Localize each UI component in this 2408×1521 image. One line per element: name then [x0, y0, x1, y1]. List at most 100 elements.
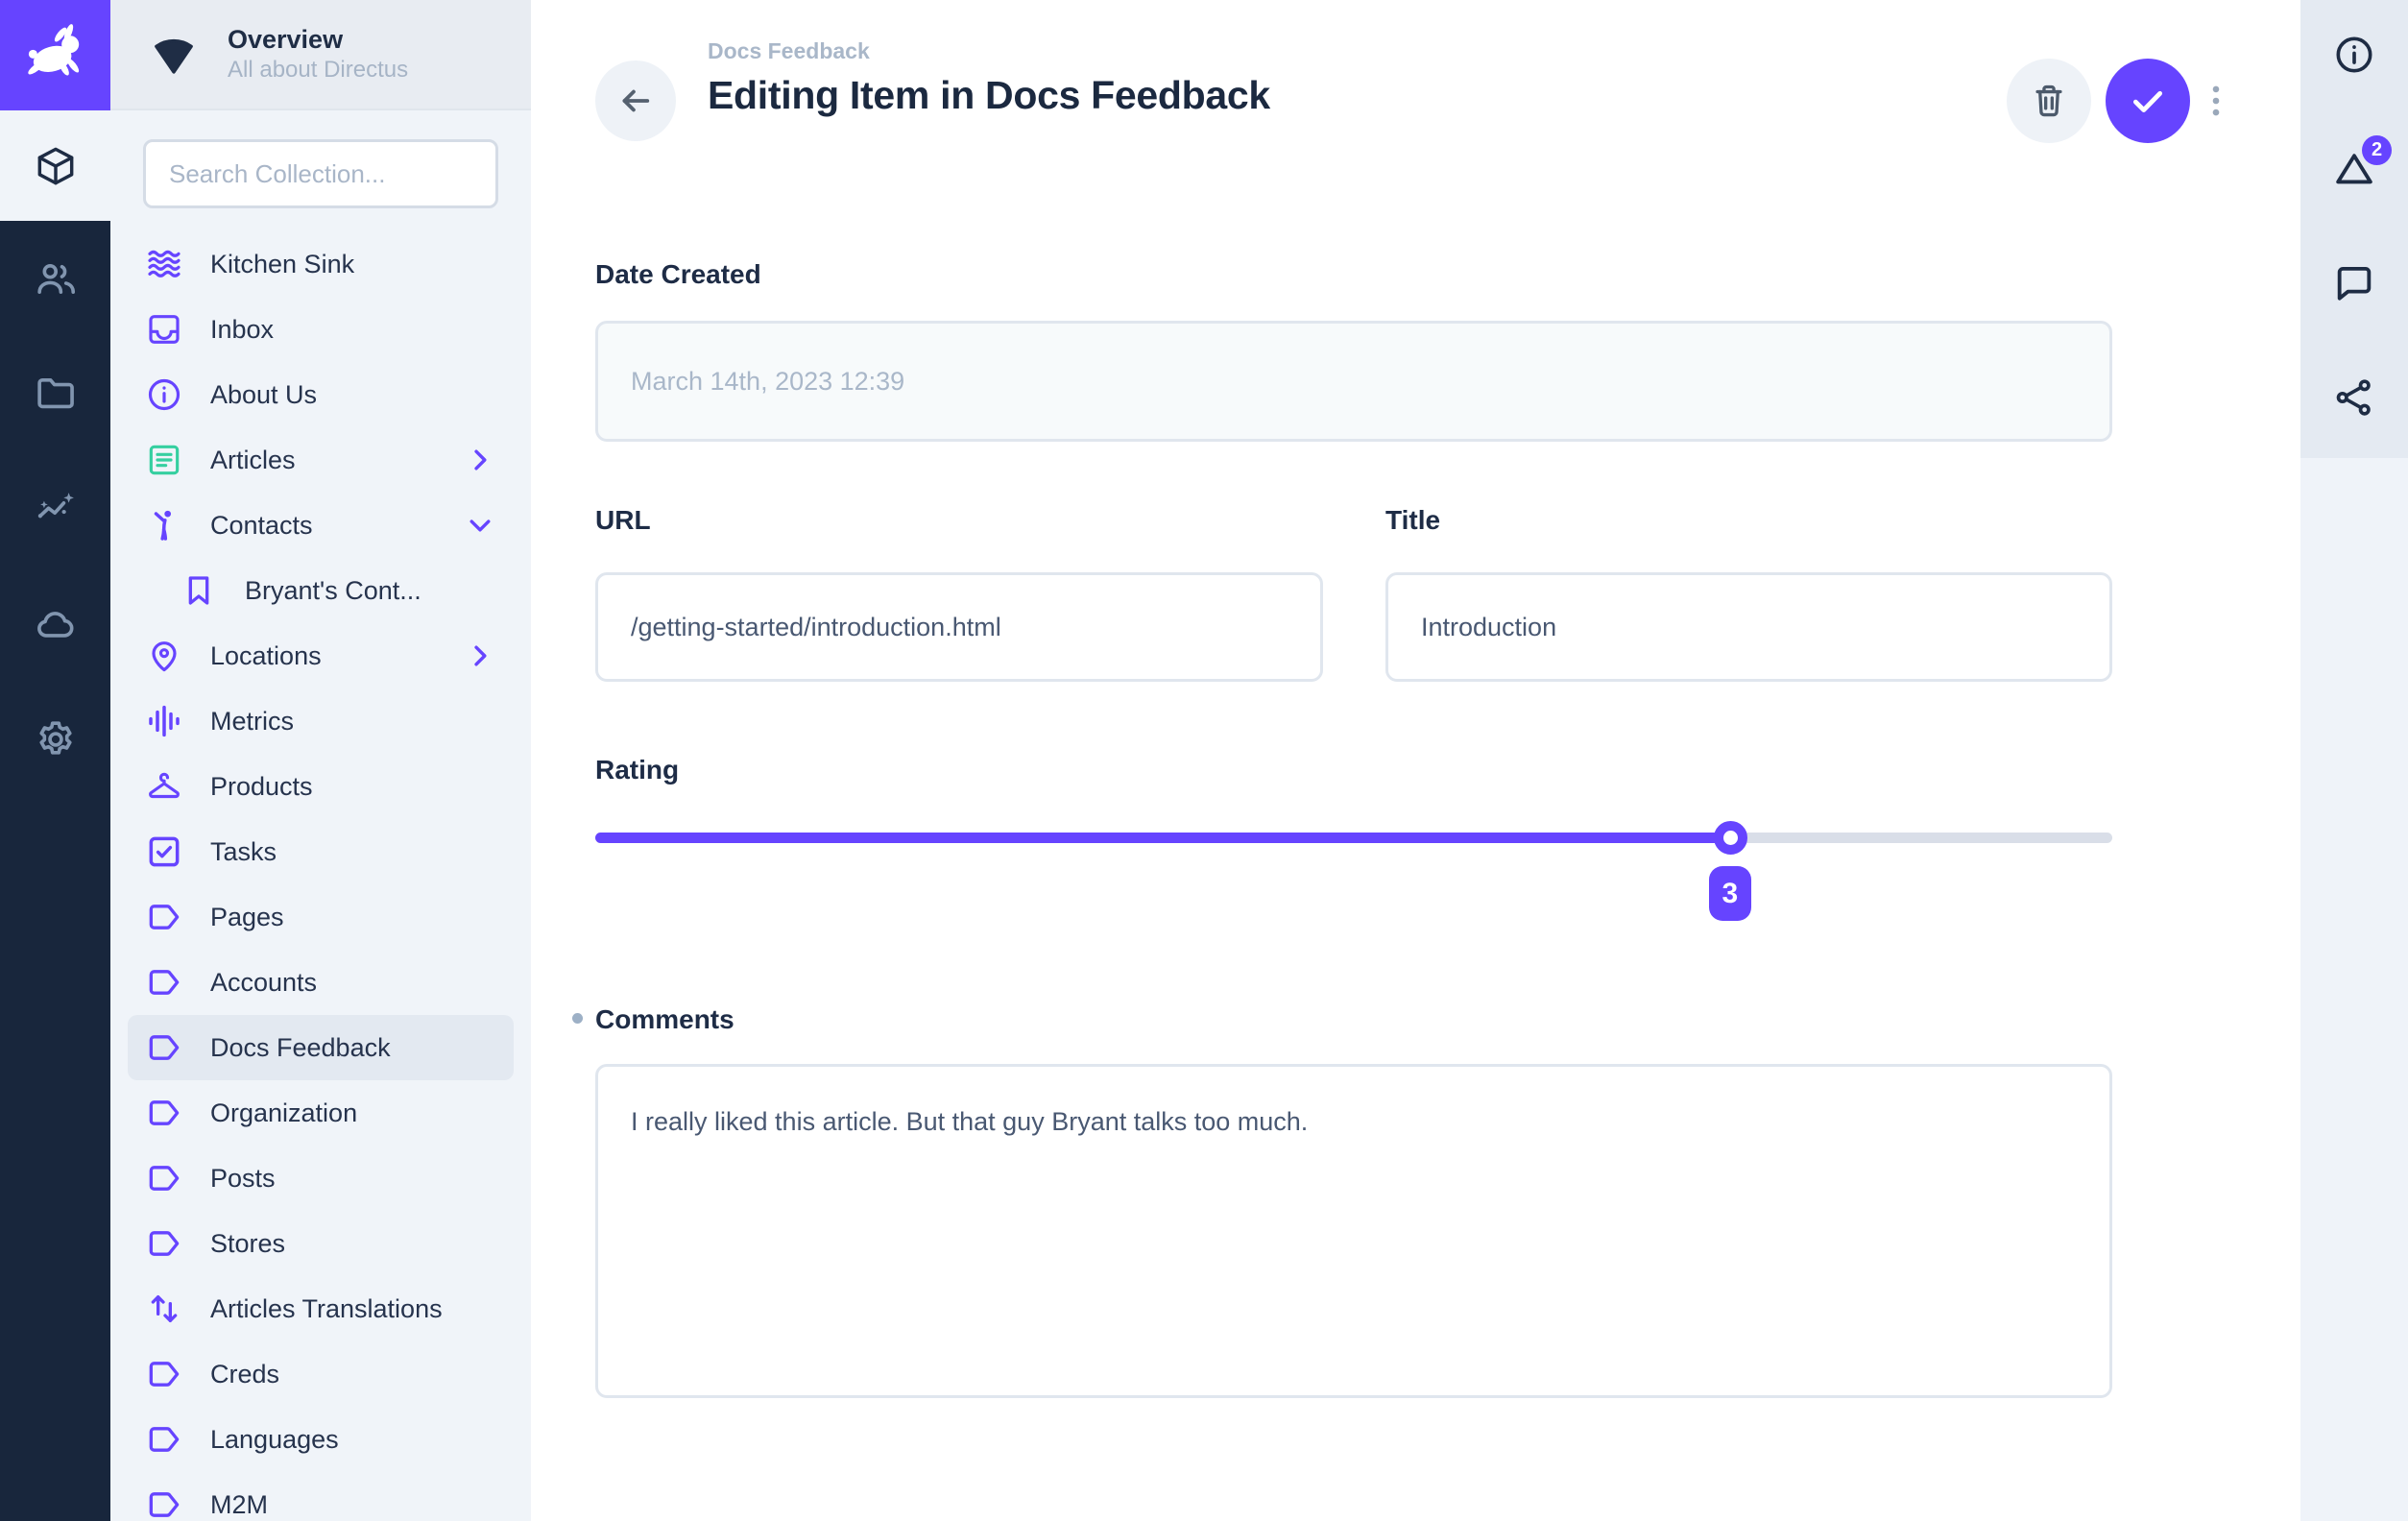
label-icon: [145, 1094, 183, 1132]
collection-search-input[interactable]: [146, 159, 495, 189]
sidebar-item-docs-feedback[interactable]: Docs Feedback: [128, 1015, 514, 1080]
rating-slider-knob[interactable]: [1714, 821, 1747, 855]
sidebar-item-m2m[interactable]: M2M: [128, 1472, 514, 1521]
save-item-button[interactable]: [2106, 59, 2190, 143]
rating-slider-fill: [595, 833, 1730, 843]
sidebar-item-articles[interactable]: Articles: [128, 427, 514, 493]
label-icon: [145, 1485, 183, 1521]
chevron-right-icon[interactable]: [464, 444, 496, 476]
sidebar-item-pages[interactable]: Pages: [128, 884, 514, 950]
rating-slider[interactable]: 3: [595, 833, 2112, 843]
sidebar-item-posts[interactable]: Posts: [128, 1146, 514, 1211]
module-gear-button[interactable]: [0, 682, 110, 797]
sidebar-item-label: Inbox: [210, 315, 274, 345]
date-created-field[interactable]: [595, 321, 2112, 442]
collection-search: [143, 139, 498, 208]
module-box-button[interactable]: [0, 110, 110, 221]
label-icon: [145, 1028, 183, 1067]
sidebar-item-label: Articles: [210, 446, 296, 475]
project-subtitle: All about Directus: [228, 56, 408, 84]
task-icon: [145, 833, 183, 871]
main-content: Docs Feedback Editing Item in Docs Feedb…: [531, 0, 2300, 1521]
sidebar-item-languages[interactable]: Languages: [128, 1407, 514, 1472]
sidebar-item-label: Docs Feedback: [210, 1033, 391, 1063]
notification-count-badge: 2: [2362, 135, 2392, 165]
place-icon: [145, 637, 183, 675]
sidebar-revisions-button[interactable]: 2: [2332, 147, 2376, 191]
people-icon: [34, 256, 78, 301]
url-field[interactable]: [595, 572, 1323, 682]
label-icon: [145, 1420, 183, 1459]
cloud-icon: [34, 602, 78, 646]
sidebar-item-creds[interactable]: Creds: [128, 1341, 514, 1407]
label-icon: [145, 898, 183, 936]
chevron-right-icon[interactable]: [464, 640, 496, 672]
chevron-down-icon[interactable]: [464, 509, 496, 542]
module-cloud-button[interactable]: [0, 567, 110, 682]
module-insights-button[interactable]: [0, 451, 110, 567]
sidebar-item-organization[interactable]: Organization: [128, 1080, 514, 1146]
item-edit-form: Date Created URL Title Rating 3 Comments…: [595, 0, 2112, 1521]
sidebar-comment-button[interactable]: [2332, 261, 2376, 305]
box-icon: [34, 144, 78, 188]
share-icon: [2332, 375, 2376, 420]
label-icon: [145, 1159, 183, 1197]
label-icon: [145, 1355, 183, 1393]
sidebar-item-articles-translations[interactable]: Articles Translations: [128, 1276, 514, 1341]
sidebar-item-label: Languages: [210, 1425, 339, 1455]
sidebar-item-tasks[interactable]: Tasks: [128, 819, 514, 884]
sidebar-item-label: Tasks: [210, 837, 277, 867]
sidebar-item-products[interactable]: Products: [128, 754, 514, 819]
info-icon: [2332, 33, 2376, 77]
module-folder-button[interactable]: [0, 336, 110, 451]
sidebar-item-bryant-s-cont[interactable]: Bryant's Cont...: [128, 558, 514, 623]
title-field[interactable]: [1385, 572, 2112, 682]
sidebar-item-accounts[interactable]: Accounts: [128, 950, 514, 1015]
person-wave-icon: [145, 506, 183, 544]
graphic-eq-icon: [145, 702, 183, 740]
sidebar-item-label: Stores: [210, 1229, 285, 1259]
project-header-text: Overview All about Directus: [228, 24, 408, 85]
app-window: Overview All about Directus Kitchen Sink…: [0, 0, 2408, 1521]
sidebar-item-contacts[interactable]: Contacts: [128, 493, 514, 558]
sidebar-item-label: Contacts: [210, 511, 313, 541]
module-bar: [0, 0, 110, 1521]
date-created-label: Date Created: [595, 259, 761, 290]
sidebar-item-about-us[interactable]: About Us: [128, 362, 514, 427]
module-bar-items: [0, 110, 110, 797]
module-people-button[interactable]: [0, 221, 110, 336]
sidebar-item-label: Metrics: [210, 707, 294, 736]
article-icon: [145, 441, 183, 479]
label-icon: [145, 963, 183, 1002]
info-icon: [145, 375, 183, 414]
sidebar-item-kitchen-sink[interactable]: Kitchen Sink: [128, 231, 514, 297]
sidebar-item-locations[interactable]: Locations: [128, 623, 514, 688]
sidebar-item-label: Accounts: [210, 968, 317, 998]
sidebar-item-metrics[interactable]: Metrics: [128, 688, 514, 754]
rating-value-tooltip: 3: [1709, 866, 1751, 921]
folder-icon: [34, 372, 78, 416]
right-sidebar: 2: [2300, 0, 2408, 1521]
comments-field[interactable]: I really liked this article. But that gu…: [595, 1064, 2112, 1398]
more-options-button[interactable]: [2195, 67, 2237, 134]
right-sidebar-icons: 2: [2300, 0, 2408, 458]
inbox-icon: [145, 310, 183, 349]
sidebar-item-label: Products: [210, 772, 313, 802]
project-fan-icon: [147, 28, 201, 82]
sidebar-share-button[interactable]: [2332, 375, 2376, 420]
directus-logo[interactable]: [0, 0, 110, 110]
directus-rabbit-icon: [21, 21, 90, 90]
sidebar-item-label: Bryant's Cont...: [245, 576, 421, 606]
insights-icon: [34, 487, 78, 531]
sidebar-item-label: About Us: [210, 380, 317, 410]
sidebar-item-inbox[interactable]: Inbox: [128, 297, 514, 362]
gear-icon: [34, 717, 78, 761]
sidebar-item-label: Pages: [210, 903, 284, 932]
swap-vert-icon: [145, 1290, 183, 1328]
sidebar-item-label: Posts: [210, 1164, 276, 1194]
project-header[interactable]: Overview All about Directus: [110, 0, 531, 110]
sidebar-item-label: Organization: [210, 1098, 357, 1128]
sidebar-item-label: Kitchen Sink: [210, 250, 354, 279]
sidebar-item-stores[interactable]: Stores: [128, 1211, 514, 1276]
sidebar-info-button[interactable]: [2332, 33, 2376, 77]
